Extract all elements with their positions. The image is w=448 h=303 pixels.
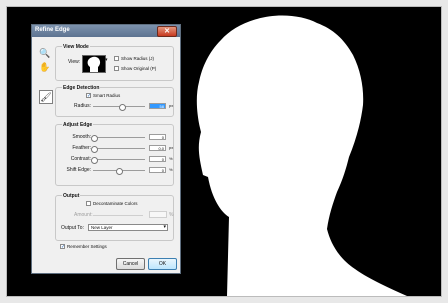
- shift-edge-field[interactable]: 0: [149, 167, 166, 173]
- cancel-button[interactable]: Cancel: [116, 258, 145, 270]
- edge-detection-title: Edge Detection: [62, 85, 101, 91]
- feather-field[interactable]: 0.0: [149, 145, 166, 151]
- edge-detection-group: Edge Detection ✓ Smart Radius Radius: 58…: [55, 85, 174, 117]
- contrast-label: Contrast:: [70, 156, 91, 162]
- refine-edge-dialog: Refine Edge ✕ 🔍 ✋ 🖌 View Mode View: ▾ Sh…: [31, 24, 181, 274]
- hand-icon[interactable]: ✋: [39, 61, 51, 73]
- show-original-checkbox[interactable]: [114, 66, 119, 71]
- output-title: Output: [62, 193, 81, 199]
- ok-button[interactable]: OK: [148, 258, 177, 270]
- smooth-slider-knob[interactable]: [91, 135, 98, 142]
- shift-edge-slider-knob[interactable]: [116, 168, 123, 175]
- radius-unit: px: [169, 103, 174, 108]
- view-preview-icon: [83, 56, 105, 72]
- view-thumbnail[interactable]: [82, 55, 106, 73]
- amount-field: [149, 211, 167, 218]
- contrast-unit: %: [169, 156, 173, 161]
- output-to-dropdown-icon: ▾: [163, 224, 166, 230]
- view-label: View:: [68, 59, 81, 65]
- show-radius-label: Show Radius (J): [121, 56, 155, 61]
- remember-settings-label: Remember Settings: [67, 244, 107, 249]
- view-mode-title: View Mode: [62, 44, 90, 50]
- zoom-icon[interactable]: 🔍: [39, 47, 51, 59]
- output-to-label: Output To:: [61, 225, 84, 231]
- decontaminate-checkbox[interactable]: [86, 201, 91, 206]
- decontaminate-label: Decontaminate Colors: [93, 201, 138, 206]
- smooth-slider[interactable]: [91, 135, 145, 142]
- close-button[interactable]: ✕: [157, 26, 177, 37]
- view-dropdown-icon[interactable]: ▾: [105, 57, 108, 63]
- remember-settings-checkbox[interactable]: ✓: [60, 244, 65, 250]
- amount-unit: %: [169, 212, 174, 218]
- radius-label: Radius:: [74, 103, 91, 109]
- feather-slider-knob[interactable]: [91, 146, 98, 153]
- smart-radius-label: Smart Radius: [93, 93, 121, 98]
- smart-radius-checkbox[interactable]: ✓: [86, 93, 91, 99]
- dialog-titlebar[interactable]: Refine Edge ✕: [32, 25, 180, 37]
- output-to-value: New Layer: [91, 225, 113, 230]
- amount-label: Amount:: [74, 212, 93, 218]
- shift-edge-slider[interactable]: [93, 168, 145, 175]
- adjust-edge-group: Adjust Edge Smooth: 0 Feather: 0.0 px Co…: [55, 122, 174, 186]
- contrast-slider[interactable]: [91, 157, 145, 164]
- refine-brush-icon[interactable]: 🖌: [39, 90, 53, 104]
- output-to-select[interactable]: New Layer ▾: [88, 224, 168, 231]
- smooth-row: Smooth: 0: [56, 133, 173, 142]
- smooth-field[interactable]: 0: [149, 134, 166, 140]
- amount-slider: [93, 215, 143, 216]
- contrast-slider-knob[interactable]: [91, 157, 98, 164]
- feather-label: Feather:: [72, 145, 91, 151]
- radius-row: Radius: 58 px: [56, 102, 174, 111]
- show-radius-checkbox[interactable]: [114, 56, 119, 61]
- shift-edge-unit: %: [169, 167, 173, 172]
- feather-unit: px: [169, 145, 174, 150]
- dialog-title: Refine Edge: [35, 27, 70, 33]
- radius-field[interactable]: 58: [149, 103, 166, 109]
- contrast-row: Contrast: 0 %: [56, 155, 173, 164]
- smooth-label: Smooth:: [72, 134, 91, 140]
- close-icon: ✕: [164, 28, 170, 35]
- show-original-label: Show Original (P): [121, 66, 157, 71]
- view-mode-group: View Mode View: ▾ Show Radius (J) Show O…: [55, 44, 174, 81]
- feather-slider[interactable]: [91, 146, 145, 153]
- shift-edge-row: Shift Edge: 0 %: [56, 166, 173, 175]
- radius-slider[interactable]: [93, 104, 145, 111]
- contrast-field[interactable]: 0: [149, 156, 166, 162]
- adjust-edge-title: Adjust Edge: [62, 122, 94, 128]
- output-group: Output Decontaminate Colors Amount: % Ou…: [55, 193, 174, 241]
- shift-edge-label: Shift Edge:: [66, 167, 91, 173]
- feather-row: Feather: 0.0 px: [56, 144, 174, 153]
- radius-slider-knob[interactable]: [119, 104, 126, 111]
